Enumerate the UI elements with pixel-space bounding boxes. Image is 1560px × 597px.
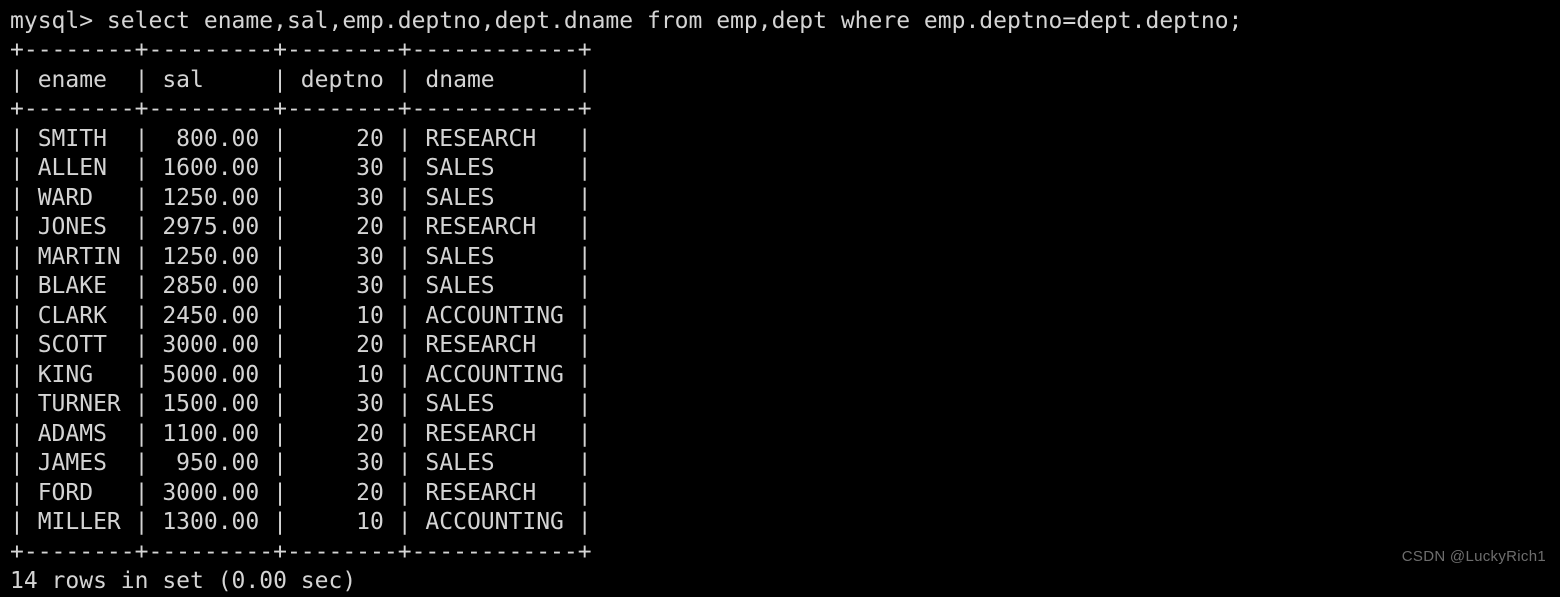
table-row: | FORD | 3000.00 | 20 | RESEARCH | (10, 479, 592, 506)
table-row: | WARD | 1250.00 | 30 | SALES | (10, 184, 592, 211)
terminal-window[interactable]: +--------+---------+--------+-----------… (0, 0, 1560, 594)
table-row: | TURNER | 1500.00 | 30 | SALES | (10, 391, 592, 417)
table-bottom-separator: +--------+---------+--------+-----------… (10, 538, 592, 565)
table-row: | CLARK | 2450.00 | 10 | ACCOUNTING | (10, 302, 592, 329)
table-row: | ALLEN | 1600.00 | 30 | SALES | (10, 155, 592, 181)
table-row: | MARTIN | 1250.00 | 30 | SALES | (10, 243, 592, 270)
table-row: | BLAKE | 2850.00 | 30 | SALES | (10, 273, 592, 299)
sql-prompt-line: mysql> select ename,sal,emp.deptno,dept.… (10, 7, 1243, 34)
table-row: | JONES | 2975.00 | 20 | RESEARCH | (10, 214, 592, 240)
result-status-line: 14 rows in set (0.00 sec) (10, 568, 357, 594)
table-row: | MILLER | 1300.00 | 10 | ACCOUNTING | (10, 509, 592, 535)
table-row: | ADAMS | 1100.00 | 20 | RESEARCH | (10, 420, 592, 447)
table-header-separator: +--------+---------+--------+-----------… (10, 96, 592, 122)
table-row: | KING | 5000.00 | 10 | ACCOUNTING | (10, 361, 592, 388)
table-header-row: | ename | sal | deptno | dname | (10, 66, 592, 93)
table-row: | JAMES | 950.00 | 30 | SALES | (10, 450, 592, 476)
table-row: | SMITH | 800.00 | 20 | RESEARCH | (10, 125, 592, 152)
table-top-separator: +--------+---------+--------+-----------… (10, 37, 592, 63)
table-row: | SCOTT | 3000.00 | 20 | RESEARCH | (10, 332, 592, 358)
table-body: | SMITH | 800.00 | 20 | RESEARCH | | ALLE… (10, 125, 1560, 538)
csdn-watermark: CSDN @LuckyRich1 (1401, 548, 1546, 565)
